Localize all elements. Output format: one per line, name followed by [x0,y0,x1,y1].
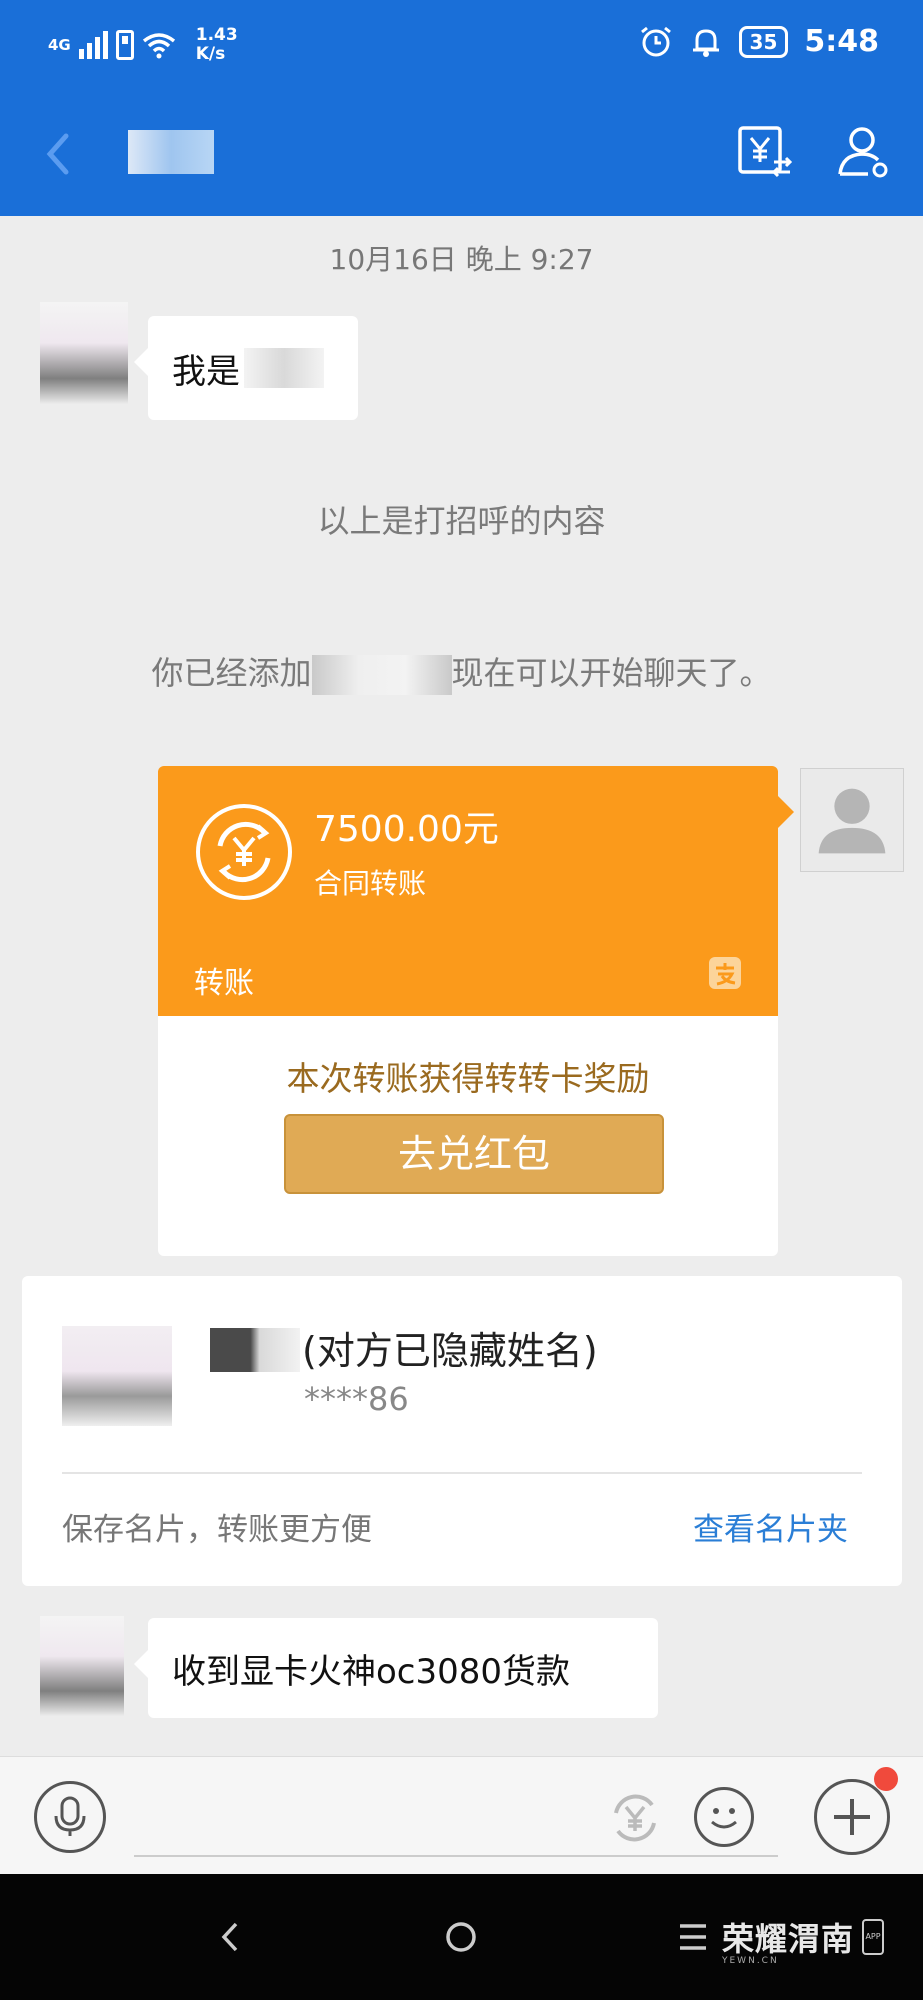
voice-button[interactable] [34,1781,106,1853]
payment-message-bubble[interactable]: 收到显卡火神oc3080货款 [134,1618,658,1718]
smile-icon [711,1808,737,1829]
watermark-app-badge: APP [862,1919,885,1955]
message-timestamp: 10月16日 晚上 9:27 [329,243,594,276]
navigation-bar: 荣耀渭南 APP YEWN.CN [0,1874,923,2000]
more-button[interactable] [814,1779,890,1855]
transfer-yen-circle-icon [196,804,292,900]
status-left: 4G 1.43 K/s [48,26,238,64]
bell-icon [692,28,719,57]
default-avatar-icon[interactable] [800,768,904,872]
speed-value: 1.43 [195,25,238,45]
watermark-url: YEWN.CN [722,1956,779,1966]
network-type: 4G [48,35,71,54]
sim-icon [115,30,134,60]
greeting-blurred-text [244,348,324,388]
chat-header [0,92,923,216]
hidden-name-note: (对方已隐藏姓名) [302,1329,598,1373]
contact-name-blurred [128,130,214,174]
watermark: 荣耀渭南 APP YEWN.CN [722,1914,885,1966]
added-note-suffix: 现在可以开始聊天了。 [451,654,772,692]
greeting-note: 以上是打招呼的内容 [317,502,606,540]
transfer-card-reward: 本次转账获得转转卡奖励 去兑红包 [158,1016,778,1256]
added-note-prefix: 你已经添加 [151,654,312,692]
view-card-folder-link[interactable]: 查看名片夹 [693,1504,848,1549]
greeting-text: 我是 [172,351,240,392]
message-input[interactable] [134,1855,778,1857]
battery-level: 35 [738,25,789,58]
divider [62,1472,862,1474]
signal-icon [78,31,108,59]
added-name-blurred [311,655,452,695]
watermark-title: 荣耀渭南 [722,1920,855,1958]
wifi-icon [142,33,175,59]
transfer-yen-icon[interactable] [734,122,794,182]
payment-message-text: 收到显卡火神oc3080货款 [172,1651,571,1692]
status-right: 35 5:48 [639,24,879,59]
contact-card-name-blurred [210,1328,300,1372]
added-contact-note: 你已经添加 现在可以开始聊天了。 [0,648,923,695]
contact-card-avatar [62,1326,172,1426]
profile-icon[interactable] [834,122,894,182]
network-speed: 1.43 K/s [196,26,238,64]
clock-time: 5:48 [804,24,879,59]
home-nav-icon[interactable] [436,1912,486,1962]
redeem-red-packet-button[interactable]: 去兑红包 [284,1114,664,1194]
input-bar [0,1756,923,1874]
transfer-label: 转账 [194,966,254,1001]
back-nav-icon[interactable] [206,1912,256,1962]
transfer-description: 合同转账 [314,867,427,900]
yen-icon[interactable] [604,1787,666,1849]
greeting-bubble[interactable]: 我是 [134,316,358,420]
reward-text: 本次转账获得转转卡奖励 [286,1059,650,1098]
alarm-icon [640,26,671,56]
microphone-icon [54,1796,86,1836]
contact-account: ****86 [304,1380,409,1418]
speed-unit: K/s [195,44,226,64]
notification-dot [874,1767,898,1791]
sender-avatar-2[interactable] [40,1616,124,1716]
sender-avatar[interactable] [40,302,128,404]
transfer-card[interactable]: 7500.00元 合同转账 转账 本次转账获得转转卡奖励 去兑红包 [158,766,794,1256]
menu-nav-icon[interactable] [668,1912,718,1962]
transfer-card-header[interactable]: 7500.00元 合同转账 转账 [158,766,794,1016]
plus-icon [834,1799,870,1835]
contact-card[interactable]: (对方已隐藏姓名) ****86 保存名片，转账更方便 查看名片夹 [22,1276,902,1586]
transfer-amount: 7500.00元 [314,809,499,850]
chat-area[interactable]: 10月16日 晚上 9:27 我是 以上是打招呼的内容 你已经添加 现在可以开始聊… [0,216,923,1756]
emoji-button[interactable] [694,1787,754,1847]
save-card-hint: 保存名片，转账更方便 [62,1512,372,1548]
back-icon[interactable] [36,126,86,182]
alipay-logo-icon [709,957,741,989]
status-bar: 4G 1.43 K/s 35 5:48 [0,0,923,92]
